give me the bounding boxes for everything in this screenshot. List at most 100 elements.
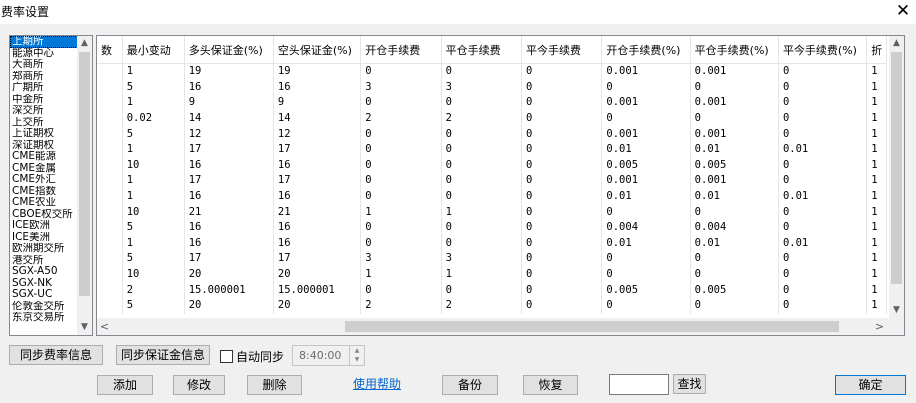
table-cell[interactable]: 15.000001 <box>273 282 362 298</box>
column-header[interactable]: 平今手续费(%) <box>778 36 868 64</box>
table-cell[interactable]: 1 <box>122 188 185 205</box>
table-cell[interactable]: 0 <box>360 173 442 189</box>
table-cell[interactable] <box>97 95 123 111</box>
table-cell[interactable]: 2 <box>360 110 442 127</box>
table-cell[interactable]: 0 <box>601 266 691 283</box>
table-cell[interactable] <box>97 110 123 127</box>
chevron-down-icon[interactable]: ▼ <box>77 320 92 335</box>
table-cell[interactable]: 16 <box>273 188 362 205</box>
table-cell[interactable]: 0 <box>690 204 779 220</box>
table-cell[interactable]: 0.001 <box>690 63 779 80</box>
table-cell[interactable]: 9 <box>273 95 362 111</box>
table-row[interactable]: 5 17 17 3 3 0 0 0 0 1 <box>97 251 887 267</box>
table-cell[interactable]: 0 <box>521 110 603 127</box>
table-cell[interactable]: 1 <box>866 110 887 127</box>
table-cell[interactable]: 1 <box>866 266 887 283</box>
table-cell[interactable]: 3 <box>360 79 442 96</box>
table-cell[interactable]: 16 <box>184 188 274 205</box>
exchange-list-item[interactable]: ICE美洲 <box>10 232 78 244</box>
table-cell[interactable]: 14 <box>273 110 362 127</box>
table-row[interactable]: 1 9 9 0 0 0 0.001 0.001 0 1 <box>97 95 887 111</box>
table-cell[interactable]: 0 <box>441 173 523 189</box>
table-cell[interactable]: 0 <box>601 79 691 96</box>
table-cell[interactable]: 0 <box>521 141 603 158</box>
table-cell[interactable]: 0.001 <box>690 173 779 189</box>
table-cell[interactable]: 0 <box>360 63 442 80</box>
column-header[interactable]: 多头保证金(%) <box>184 36 274 64</box>
table-cell[interactable]: 10 <box>122 266 185 283</box>
table-cell[interactable]: 1 <box>122 63 185 80</box>
table-cell[interactable]: 0 <box>441 157 523 174</box>
table-cell[interactable]: 0 <box>441 282 523 298</box>
table-cell[interactable] <box>97 173 123 189</box>
table-cell[interactable] <box>97 251 123 267</box>
fee-table-vscrollbar[interactable]: ▲ ▼ <box>889 36 904 318</box>
search-input[interactable] <box>609 374 669 395</box>
table-cell[interactable]: 0.02 <box>122 110 185 127</box>
table-cell[interactable]: 0 <box>690 266 779 283</box>
table-cell[interactable]: 0.001 <box>690 95 779 111</box>
table-cell[interactable]: 0 <box>778 157 868 174</box>
table-cell[interactable]: 12 <box>184 126 274 142</box>
table-cell[interactable]: 12 <box>273 126 362 142</box>
table-cell[interactable]: 0 <box>778 110 868 127</box>
table-cell[interactable]: 1 <box>122 95 185 111</box>
column-header[interactable]: 平今手续费 <box>521 36 603 64</box>
table-cell[interactable]: 0 <box>360 235 442 252</box>
table-cell[interactable]: 20 <box>273 297 362 314</box>
table-cell[interactable]: 0 <box>521 173 603 189</box>
table-row[interactable]: 1 16 16 0 0 0 0.01 0.01 0.01 1 <box>97 235 887 252</box>
table-cell[interactable] <box>97 126 123 142</box>
table-cell[interactable]: 16 <box>273 235 362 252</box>
table-row[interactable]: 5 12 12 0 0 0 0.001 0.001 0 1 <box>97 126 887 142</box>
table-cell[interactable]: 10 <box>122 204 185 220</box>
table-cell[interactable]: 17 <box>184 173 274 189</box>
exchange-list-item[interactable]: 深证期权 <box>10 140 78 152</box>
table-cell[interactable] <box>97 266 123 283</box>
table-cell[interactable]: 5 <box>122 297 185 314</box>
table-cell[interactable]: 0.001 <box>601 95 691 111</box>
exchange-list-item[interactable]: 广期所 <box>10 82 78 94</box>
table-cell[interactable]: 5 <box>122 126 185 142</box>
table-cell[interactable]: 0.01 <box>778 188 868 205</box>
table-cell[interactable]: 9 <box>184 95 274 111</box>
table-row[interactable]: 5 16 16 0 0 0 0.004 0.004 0 1 <box>97 219 887 236</box>
column-header[interactable]: 开仓手续费(%) <box>601 36 691 64</box>
table-cell[interactable]: 1 <box>122 141 185 158</box>
table-cell[interactable]: 0 <box>521 126 603 142</box>
table-cell[interactable]: 1 <box>360 266 442 283</box>
table-cell[interactable]: 0 <box>441 63 523 80</box>
table-cell[interactable]: 0 <box>521 251 603 267</box>
table-cell[interactable]: 0 <box>778 95 868 111</box>
chevron-right-icon[interactable]: > <box>872 318 887 335</box>
table-cell[interactable]: 1 <box>866 204 887 220</box>
column-header[interactable]: 开仓手续费 <box>360 36 442 64</box>
table-cell[interactable]: 0 <box>778 266 868 283</box>
table-cell[interactable]: 0 <box>521 297 603 314</box>
table-cell[interactable] <box>97 282 123 298</box>
table-cell[interactable]: 0 <box>521 266 603 283</box>
table-row[interactable]: 10 16 16 0 0 0 0.005 0.005 0 1 <box>97 157 887 174</box>
table-cell[interactable]: 17 <box>273 251 362 267</box>
sync-margin-button[interactable]: 同步保证金信息 <box>116 345 210 365</box>
table-cell[interactable]: 0 <box>778 79 868 96</box>
column-header[interactable]: 平仓手续费 <box>441 36 523 64</box>
column-header[interactable]: 平仓手续费(%) <box>690 36 779 64</box>
exchange-list-item[interactable]: 中金所 <box>10 94 78 106</box>
table-cell[interactable]: 0 <box>778 126 868 142</box>
table-cell[interactable]: 0 <box>441 235 523 252</box>
table-cell[interactable]: 0 <box>690 79 779 96</box>
table-cell[interactable]: 0 <box>360 126 442 142</box>
modify-button[interactable]: 修改 <box>173 375 225 395</box>
sync-time-input[interactable]: 8:40:00 ▲ ▼ <box>292 345 365 366</box>
table-cell[interactable]: 5 <box>122 219 185 236</box>
table-cell[interactable]: 0 <box>360 141 442 158</box>
table-cell[interactable]: 2 <box>441 297 523 314</box>
table-cell[interactable]: 17 <box>184 251 274 267</box>
table-cell[interactable]: 1 <box>866 141 887 158</box>
table-cell[interactable]: 3 <box>360 251 442 267</box>
spin-down-icon[interactable]: ▼ <box>350 355 364 364</box>
sync-fee-button[interactable]: 同步费率信息 <box>9 345 103 365</box>
table-cell[interactable]: 0.001 <box>601 173 691 189</box>
table-cell[interactable]: 0 <box>778 282 868 298</box>
